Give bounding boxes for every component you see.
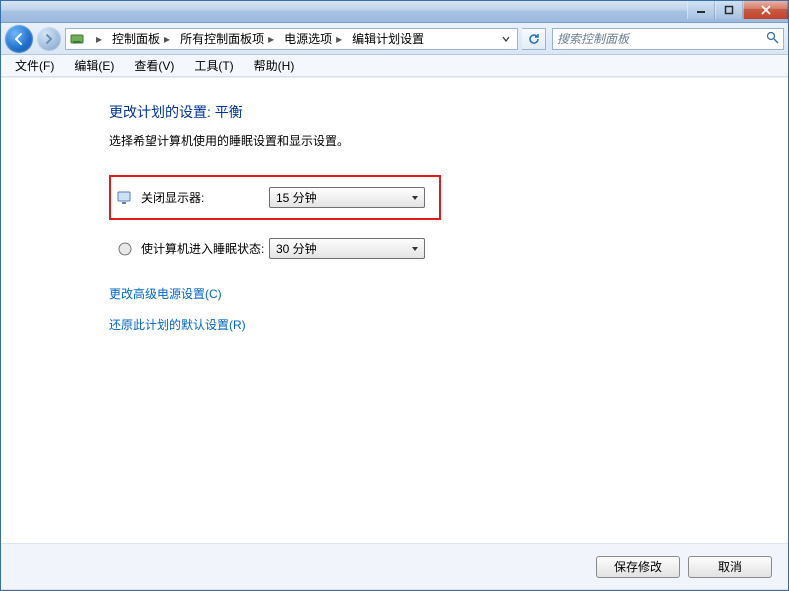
monitor-icon bbox=[117, 190, 133, 206]
refresh-button[interactable] bbox=[522, 28, 546, 50]
minimize-button[interactable] bbox=[687, 1, 715, 19]
page-title: 更改计划的设置: 平衡 bbox=[109, 102, 709, 122]
title-bar bbox=[1, 1, 788, 23]
link-list: 更改高级电源设置(C) 还原此计划的默认设置(R) bbox=[109, 285, 709, 333]
breadcrumb-label: 控制面板 bbox=[112, 30, 160, 47]
moon-icon bbox=[117, 241, 133, 257]
address-bar[interactable]: ▸ 控制面板 ▸ 所有控制面板项 ▸ 电源选项 ▸ 编辑计划设置 bbox=[65, 28, 518, 50]
search-placeholder: 搜索控制面板 bbox=[557, 30, 766, 47]
breadcrumb-item-all-items[interactable]: 所有控制面板项 ▸ bbox=[174, 29, 278, 49]
restore-defaults-link[interactable]: 还原此计划的默认设置(R) bbox=[109, 316, 709, 333]
breadcrumb-label: 所有控制面板项 bbox=[180, 30, 264, 47]
breadcrumb-label: 电源选项 bbox=[284, 30, 332, 47]
nav-bar: ▸ 控制面板 ▸ 所有控制面板项 ▸ 电源选项 ▸ 编辑计划设置 搜索控制面板 bbox=[1, 23, 788, 55]
search-input[interactable]: 搜索控制面板 bbox=[552, 28, 784, 50]
dropdown-value: 15 分钟 bbox=[276, 189, 407, 206]
advanced-power-settings-link[interactable]: 更改高级电源设置(C) bbox=[109, 285, 709, 302]
cancel-button[interactable]: 取消 bbox=[688, 556, 772, 578]
chevron-down-icon bbox=[407, 241, 422, 256]
maximize-button[interactable] bbox=[715, 1, 743, 19]
forward-button[interactable] bbox=[37, 27, 61, 51]
menu-bar: 文件(F) 编辑(E) 查看(V) 工具(T) 帮助(H) bbox=[1, 55, 788, 77]
breadcrumb-label: 编辑计划设置 bbox=[352, 30, 424, 47]
turn-off-display-dropdown[interactable]: 15 分钟 bbox=[269, 187, 425, 208]
sleep-dropdown[interactable]: 30 分钟 bbox=[269, 238, 425, 259]
breadcrumb-item-power-options[interactable]: 电源选项 ▸ bbox=[278, 29, 346, 49]
turn-off-display-label: 关闭显示器: bbox=[141, 189, 269, 206]
breadcrumb-item-edit-plan[interactable]: 编辑计划设置 bbox=[346, 29, 428, 49]
refresh-icon bbox=[527, 32, 541, 46]
content-area: 更改计划的设置: 平衡 选择希望计算机使用的睡眠设置和显示设置。 关闭显示器: … bbox=[1, 77, 788, 590]
window: ▸ 控制面板 ▸ 所有控制面板项 ▸ 电源选项 ▸ 编辑计划设置 搜索控制面板 文件(… bbox=[0, 0, 789, 591]
chevron-right-icon: ▸ bbox=[336, 32, 342, 46]
back-button[interactable] bbox=[5, 25, 33, 53]
chevron-right-icon: ▸ bbox=[96, 32, 102, 46]
maximize-icon bbox=[724, 5, 734, 15]
turn-off-display-row: 关闭显示器: 15 分钟 bbox=[109, 175, 441, 220]
content-inner: 更改计划的设置: 平衡 选择希望计算机使用的睡眠设置和显示设置。 关闭显示器: … bbox=[109, 102, 709, 333]
footer: 保存修改 取消 bbox=[1, 543, 788, 589]
close-button[interactable] bbox=[743, 1, 788, 19]
page-description: 选择希望计算机使用的睡眠设置和显示设置。 bbox=[109, 132, 709, 149]
sleep-row: 使计算机进入睡眠状态: 30 分钟 bbox=[109, 238, 441, 259]
menu-help[interactable]: 帮助(H) bbox=[244, 55, 305, 76]
chevron-right-icon: ▸ bbox=[268, 32, 274, 46]
breadcrumb-root-dropdown[interactable]: ▸ bbox=[86, 29, 106, 49]
save-button[interactable]: 保存修改 bbox=[596, 556, 680, 578]
arrow-left-icon bbox=[12, 32, 26, 46]
menu-edit[interactable]: 编辑(E) bbox=[64, 55, 124, 76]
menu-tools[interactable]: 工具(T) bbox=[184, 55, 243, 76]
control-panel-icon bbox=[68, 32, 86, 46]
dropdown-value: 30 分钟 bbox=[276, 240, 407, 257]
address-dropdown[interactable] bbox=[497, 29, 515, 49]
menu-file[interactable]: 文件(F) bbox=[5, 55, 64, 76]
menu-view[interactable]: 查看(V) bbox=[124, 55, 184, 76]
chevron-right-icon: ▸ bbox=[164, 32, 170, 46]
sleep-label: 使计算机进入睡眠状态: bbox=[141, 240, 269, 257]
close-icon bbox=[761, 5, 771, 15]
chevron-down-icon bbox=[407, 190, 422, 205]
chevron-down-icon bbox=[502, 35, 510, 43]
arrow-right-icon bbox=[43, 33, 55, 45]
search-icon bbox=[766, 31, 779, 47]
breadcrumb-item-control-panel[interactable]: 控制面板 ▸ bbox=[106, 29, 174, 49]
minimize-icon bbox=[696, 5, 706, 15]
